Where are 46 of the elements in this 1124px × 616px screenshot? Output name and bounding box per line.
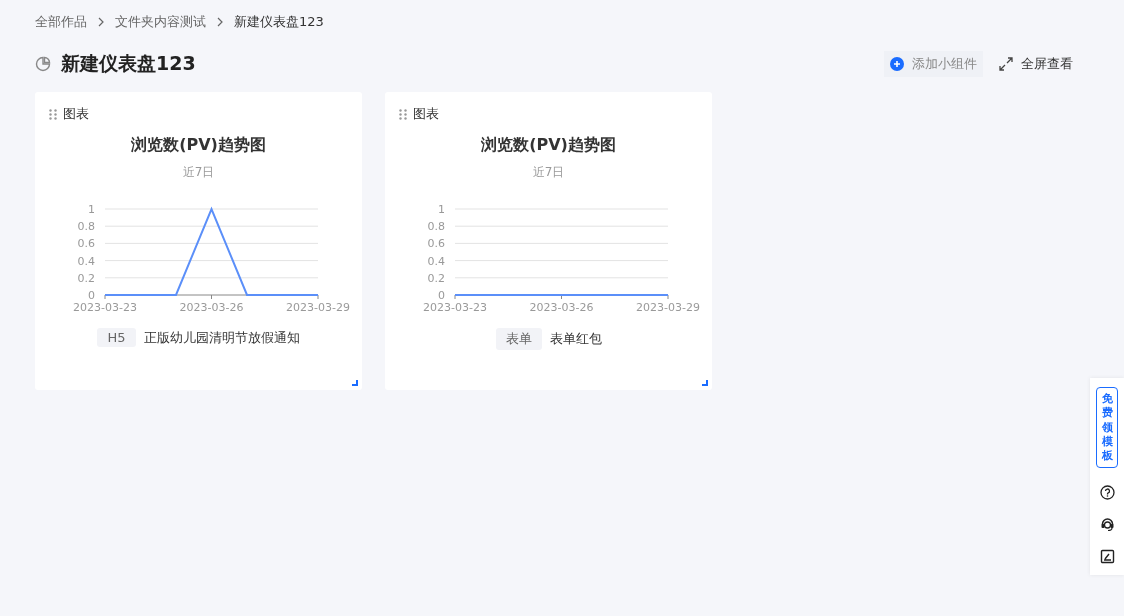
source-name: 正版幼儿园清明节放假通知	[143, 328, 300, 347]
y-axis-label: 0	[438, 289, 445, 302]
drag-handle-icon[interactable]	[399, 108, 407, 120]
edit-icon[interactable]	[1099, 549, 1115, 565]
card-type-label: 图表	[63, 105, 89, 123]
chart-title: 浏览数(PV)趋势图	[131, 135, 266, 154]
y-axis-label: 0.6	[427, 237, 445, 251]
type-tag: H5	[97, 328, 136, 347]
pie-chart-icon	[35, 56, 51, 72]
breadcrumb-link[interactable]: 全部作品	[35, 13, 87, 31]
type-tag: 表单	[495, 328, 542, 350]
x-axis-label: 2023-03-29	[286, 301, 350, 314]
chart-title: 浏览数(PV)趋势图	[481, 135, 616, 154]
x-axis-label: 2023-03-26	[529, 301, 594, 314]
x-axis-label: 2023-03-26	[179, 301, 244, 314]
resize-handle-icon[interactable]	[702, 380, 708, 386]
chart-subtitle: 近7日	[532, 165, 565, 179]
resize-handle-icon[interactable]	[352, 380, 358, 386]
y-axis-label: 1	[438, 203, 445, 216]
dashboard-title: 新建仪表盘123	[61, 51, 196, 76]
x-axis-label: 2023-03-23	[423, 301, 487, 314]
x-axis-label: 2023-03-29	[636, 301, 700, 314]
headset-icon[interactable]	[1099, 517, 1115, 533]
breadcrumb-link[interactable]: 文件夹内容测试	[115, 13, 206, 31]
y-axis-label: 0.8	[77, 220, 95, 234]
plus-icon	[890, 57, 904, 71]
chart-subtitle: 近7日	[182, 165, 215, 179]
help-icon[interactable]	[1099, 485, 1115, 501]
x-axis-label: 2023-03-23	[73, 301, 137, 314]
card-type-label: 图表	[413, 105, 439, 123]
source-name: 表单红包	[549, 330, 602, 348]
y-axis-label: 0.4	[427, 254, 445, 268]
add-widget-button[interactable]: 添加小组件	[884, 51, 983, 77]
y-axis-label: 0	[88, 289, 95, 302]
fullscreen-button[interactable]: 全屏查看	[993, 51, 1079, 77]
y-axis-label: 0.2	[427, 271, 445, 285]
free-template-button[interactable]: 免费领模板	[1096, 387, 1118, 469]
expand-icon	[999, 57, 1013, 71]
y-axis-label: 0.6	[77, 237, 95, 251]
y-axis-label: 0.8	[427, 220, 445, 234]
chevron-icon	[97, 17, 105, 27]
chevron-icon	[216, 17, 224, 27]
y-axis-label: 0.2	[77, 271, 95, 285]
drag-handle-icon[interactable]	[49, 108, 57, 120]
y-axis-label: 1	[88, 203, 95, 216]
y-axis-label: 0.4	[77, 254, 95, 268]
